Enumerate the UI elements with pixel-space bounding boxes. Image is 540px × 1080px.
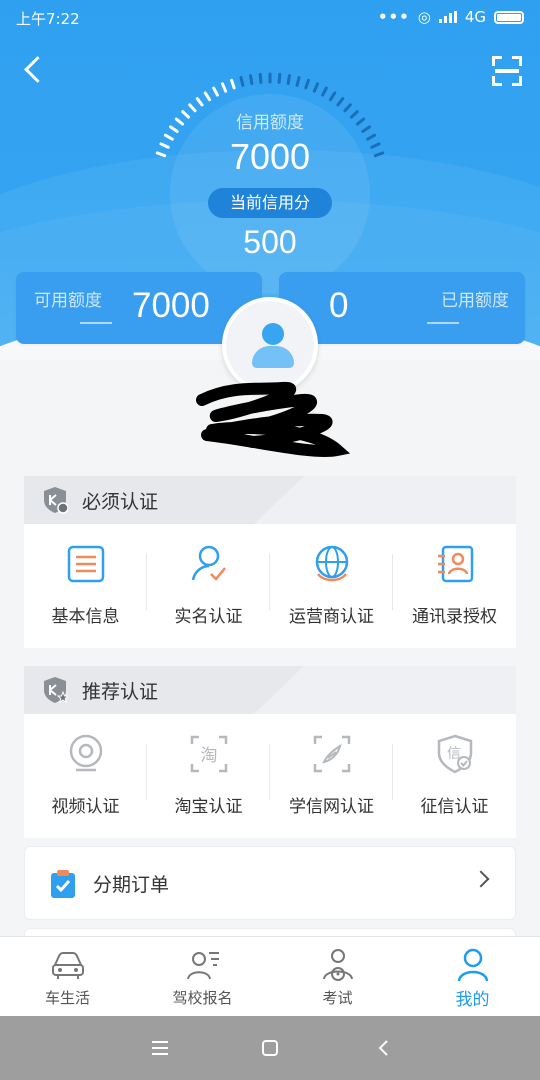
auth-label: 淘宝认证 xyxy=(174,797,243,817)
list-icon xyxy=(67,545,105,583)
gauge-tick xyxy=(230,78,236,90)
system-navigation-bar xyxy=(0,1016,540,1080)
status-bar: 上午7:22 ••• ◎ 4G xyxy=(0,0,540,34)
auth-chsi[interactable]: 学信网认证 xyxy=(270,714,393,838)
divider xyxy=(427,322,459,324)
gauge-tick xyxy=(295,76,301,87)
auth-carrier[interactable]: 运营商认证 xyxy=(270,524,393,648)
taobao-icon: 淘 xyxy=(190,735,228,773)
tab-mine[interactable]: 我的 xyxy=(405,937,540,1016)
required-auth-grid: 基本信息 实名认证 运营商认证 通讯录授权 xyxy=(24,524,516,648)
redaction-scribble xyxy=(196,381,351,457)
gauge-tick xyxy=(312,82,320,93)
gauge-tick xyxy=(328,91,337,102)
auth-label: 基本信息 xyxy=(51,607,120,627)
auth-contacts[interactable]: 通讯录授权 xyxy=(393,524,516,648)
back-nav-icon[interactable] xyxy=(374,1038,394,1058)
svg-text:淘: 淘 xyxy=(201,746,218,766)
avatar-body xyxy=(252,346,294,368)
car-icon xyxy=(51,952,84,979)
tab-label: 车生活 xyxy=(44,989,90,1007)
available-quota-value: 7000 xyxy=(132,286,210,325)
auth-taobao[interactable]: 淘 淘宝认证 xyxy=(147,714,270,838)
gauge-tick xyxy=(321,86,328,97)
tab-label: 我的 xyxy=(455,990,490,1010)
network-type: 4G xyxy=(464,8,486,26)
clipboard-check-icon xyxy=(51,870,75,898)
used-quota-value: 0 xyxy=(329,286,349,325)
gauge-tick xyxy=(220,82,228,93)
section-title: 必须认证 xyxy=(82,491,159,513)
gauge-tick xyxy=(239,76,245,87)
camera-icon xyxy=(69,734,103,772)
auth-label: 运营商认证 xyxy=(289,607,374,627)
user-check-icon xyxy=(191,545,226,581)
menu-icon[interactable] xyxy=(150,1038,170,1058)
bottom-tab-bar: 车生活 驾校报名 考试 我的 xyxy=(0,936,540,1016)
section-header: 必须认证 xyxy=(24,476,516,524)
auth-label: 通讯录授权 xyxy=(412,607,497,627)
avatar-head xyxy=(262,323,284,345)
home-icon[interactable] xyxy=(260,1038,280,1058)
tab-exam[interactable]: 考试 xyxy=(270,937,405,1016)
gauge-tick xyxy=(195,97,204,107)
gauge-tick xyxy=(212,86,219,97)
divider xyxy=(80,322,112,324)
gauge-tick xyxy=(336,97,345,107)
avatar[interactable] xyxy=(222,297,318,393)
credit-value: 7000 xyxy=(229,136,311,177)
section-title: 推荐认证 xyxy=(82,681,159,703)
education-icon xyxy=(313,735,351,773)
shield-icon xyxy=(44,487,68,514)
tab-label: 驾校报名 xyxy=(172,989,233,1007)
scan-button[interactable] xyxy=(492,56,522,86)
profile-icon xyxy=(457,948,488,982)
auth-basic-info[interactable]: 基本信息 xyxy=(24,524,147,648)
back-button[interactable] xyxy=(20,56,44,84)
status-time: 上午7:22 xyxy=(16,10,80,28)
tab-car-life[interactable]: 车生活 xyxy=(0,937,135,1016)
auth-label: 视频认证 xyxy=(51,797,120,817)
auth-credit[interactable]: 信 征信认证 xyxy=(393,714,516,838)
recommended-auth-section: 推荐认证 视频认证 淘 淘宝认证 学信网认证 信 征信认证 xyxy=(24,666,516,838)
chevron-right-icon xyxy=(472,870,490,888)
credit-check-icon: 信 xyxy=(437,734,473,774)
gauge-tick xyxy=(277,72,282,84)
tab-driving-school[interactable]: 驾校报名 xyxy=(135,937,270,1016)
auth-label: 征信认证 xyxy=(420,797,489,817)
auth-label: 实名认证 xyxy=(174,607,243,627)
installment-orders-row[interactable]: 分期订单 xyxy=(24,846,516,920)
signal-icon xyxy=(438,11,457,23)
gauge-tick xyxy=(258,72,263,84)
auth-label: 学信网认证 xyxy=(289,797,374,817)
auth-real-name[interactable]: 实名认证 xyxy=(147,524,270,648)
score-label: 当前信用分 xyxy=(208,188,332,218)
gauge-tick xyxy=(286,74,291,85)
gauge-tick xyxy=(249,74,254,85)
available-quota-label: 可用额度 xyxy=(34,291,102,311)
tab-label: 考试 xyxy=(322,989,353,1007)
recommended-auth-grid: 视频认证 淘 淘宝认证 学信网认证 信 征信认证 xyxy=(24,714,516,838)
wifi-icon: ◎ xyxy=(417,8,431,26)
orders-title: 分期订单 xyxy=(93,874,170,896)
globe-icon xyxy=(315,545,349,582)
status-icons: ••• ◎ 4G xyxy=(378,8,524,26)
notification-dots-icon: ••• xyxy=(377,8,410,26)
battery-icon xyxy=(494,10,524,24)
section-header: 推荐认证 xyxy=(24,666,516,714)
score-value: 500 xyxy=(243,224,297,260)
auth-video[interactable]: 视频认证 xyxy=(24,714,147,838)
shield-star-icon xyxy=(44,677,68,704)
gauge-tick xyxy=(304,78,310,90)
contacts-icon xyxy=(438,545,474,583)
credit-label: 信用额度 xyxy=(236,113,304,133)
driving-school-icon xyxy=(186,952,219,980)
exam-icon xyxy=(322,949,353,981)
used-quota-label: 已用额度 xyxy=(441,291,509,311)
required-auth-section: 必须认证 基本信息 实名认证 运营商认证 通讯录授权 xyxy=(24,476,516,648)
gauge-tick xyxy=(203,91,212,102)
